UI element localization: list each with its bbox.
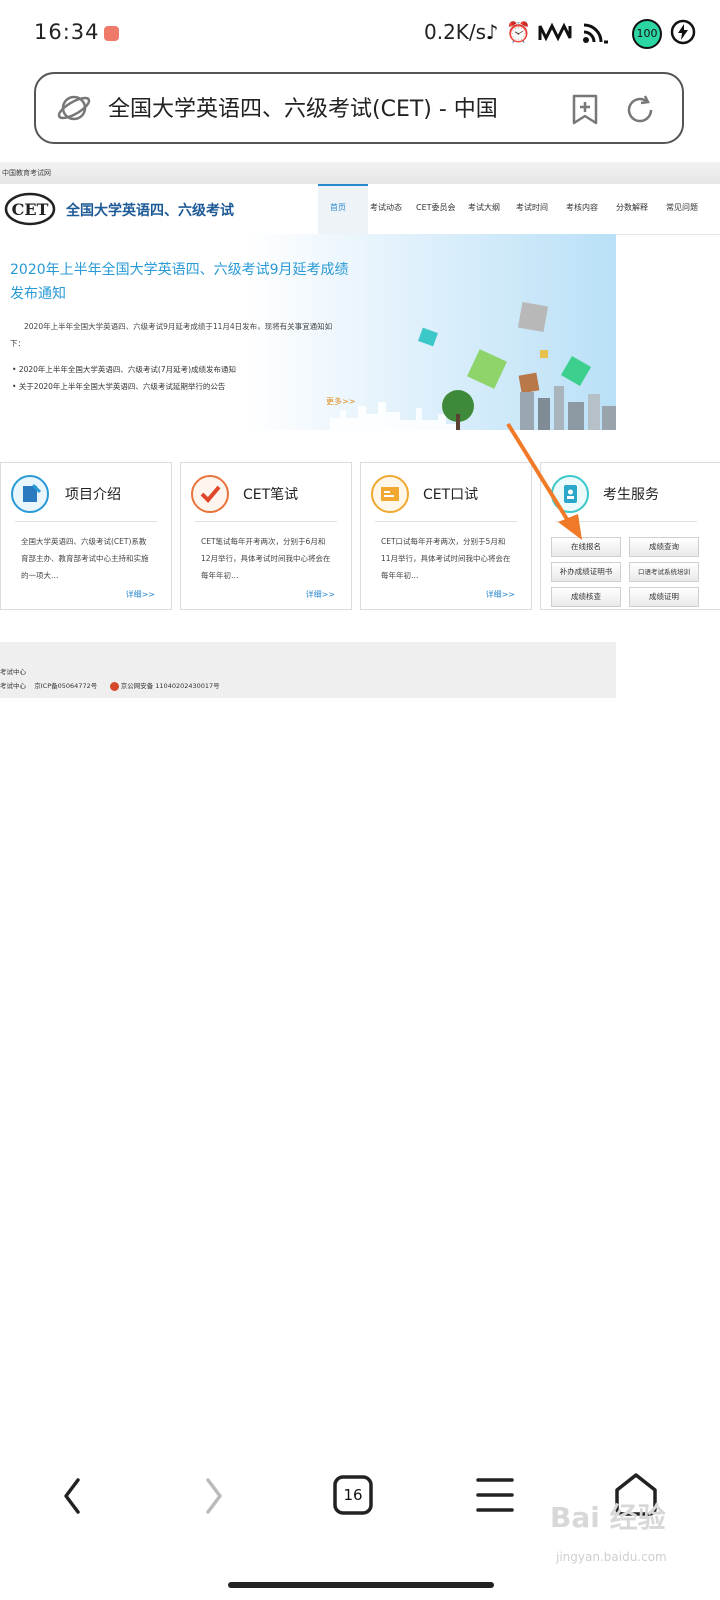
watermark-url: jingyan.baidu.com bbox=[556, 1550, 667, 1564]
battery-indicator: 100 bbox=[632, 19, 662, 49]
charging-icon bbox=[670, 19, 696, 45]
site-logo-title: 全国大学英语四、六级考试 bbox=[66, 203, 234, 219]
banner-link[interactable]: • 关于2020年上半年全国大学英语四、六级考试延期举行的公告 bbox=[12, 381, 225, 392]
address-bar[interactable]: 全国大学英语四、六级考试(CET) - 中国 bbox=[34, 72, 684, 144]
card-text: CET口试每年开考两次，分别于5月和11月举行，具体考试时间我中心将会在每年年初… bbox=[381, 537, 511, 580]
contact-book-icon bbox=[551, 475, 589, 513]
score-certificate-button[interactable]: 成绩证明 bbox=[629, 587, 699, 607]
banner-title[interactable]: 2020年上半年全国大学英语四、六级考试9月延考成绩发布通知 bbox=[10, 258, 350, 306]
menu-icon[interactable] bbox=[474, 1470, 534, 1530]
card-details-link[interactable]: 详细>> bbox=[306, 589, 335, 600]
card-cet-written: CET笔试 CET笔试每年开考两次，分别于6月和12月举行，具体考试时间我中心将… bbox=[180, 462, 352, 610]
address-title[interactable]: 全国大学英语四、六级考试(CET) - 中国 bbox=[108, 92, 528, 128]
card-title[interactable]: CET笔试 bbox=[243, 484, 298, 504]
back-icon[interactable] bbox=[44, 1470, 104, 1530]
alarm-icon: ⏰ bbox=[506, 20, 531, 44]
online-registration-button[interactable]: 在线报名 bbox=[551, 537, 621, 557]
hd-signal-icon bbox=[536, 20, 576, 44]
card-divider bbox=[195, 521, 337, 522]
card-details-link[interactable]: 详细>> bbox=[126, 589, 155, 600]
baidu-jingyan-watermark: Bai 经验 jingyan.baidu.com bbox=[550, 1496, 720, 1576]
card-cet-oral: CET口试 CET口试每年开考两次，分别于5月和11月举行，具体考试时间我中心将… bbox=[360, 462, 532, 610]
status-bar: 16:34 0.2K/s ♪ ⏰ 100 bbox=[0, 0, 720, 64]
footer-org: 考试中心 bbox=[0, 682, 26, 690]
web-page: 中国教育考试网 CET 全国大学英语四、六级考试 首页 考试动态 CET委员会 … bbox=[0, 162, 720, 702]
score-review-button[interactable]: 成绩核查 bbox=[551, 587, 621, 607]
id-card-icon bbox=[371, 475, 409, 513]
nav-item-committee[interactable]: CET委员会 bbox=[416, 202, 456, 213]
city-skyline-illustration bbox=[330, 384, 616, 430]
nav-item-syllabus[interactable]: 考试大纲 bbox=[468, 202, 500, 213]
card-title[interactable]: 项目介绍 bbox=[65, 484, 121, 504]
headset-icon: ♪ bbox=[485, 20, 499, 44]
nav-item-schedule[interactable]: 考试时间 bbox=[516, 202, 548, 213]
nav-item-content[interactable]: 考核内容 bbox=[566, 202, 598, 213]
status-time: 16:34 bbox=[34, 20, 100, 44]
police-badge-icon bbox=[109, 681, 119, 691]
footer-icp[interactable]: 京ICP备05064772号 bbox=[34, 682, 97, 690]
site-header: CET 全国大学英语四、六级考试 首页 考试动态 CET委员会 考试大纲 考试时… bbox=[0, 184, 720, 235]
site-name[interactable]: 中国教育考试网 bbox=[2, 168, 51, 178]
planet-icon bbox=[56, 90, 92, 126]
site-footer: 考试中心 考试中心 京ICP备05064772号 京公网安备 110402024… bbox=[0, 642, 616, 698]
svg-text:CET: CET bbox=[12, 200, 49, 219]
card-text: 全国大学英语四、六级考试(CET)系教育部主办、教育部考试中心主持和实施的一项大… bbox=[21, 537, 149, 580]
home-indicator-bar[interactable] bbox=[228, 1582, 494, 1588]
card-project-intro: 项目介绍 全国大学英语四、六级考试(CET)系教育部主办、教育部考试中心主持和实… bbox=[0, 462, 172, 610]
site-top-strip: 中国教育考试网 bbox=[0, 162, 720, 184]
nav-item-news[interactable]: 考试动态 bbox=[370, 202, 402, 213]
news-banner: 2020年上半年全国大学英语四、六级考试9月延考成绩发布通知 2020年上半年全… bbox=[0, 234, 616, 430]
refresh-icon[interactable] bbox=[624, 94, 656, 126]
reissue-certificate-button[interactable]: 补办成绩证明书 bbox=[551, 562, 621, 582]
banner-cube bbox=[517, 301, 549, 333]
forward-icon[interactable] bbox=[186, 1470, 246, 1530]
nav-item-faq[interactable]: 常见问题 bbox=[666, 202, 698, 213]
card-details-link[interactable]: 详细>> bbox=[486, 589, 515, 600]
footer-police[interactable]: 京公网安备 11040202430017号 bbox=[121, 682, 220, 690]
document-pen-icon bbox=[11, 475, 49, 513]
nav-item-home[interactable]: 首页 bbox=[330, 202, 346, 213]
banner-description: 2020年上半年全国大学英语四、六级考试9月延考成绩于11月4日发布，现将有关事… bbox=[10, 322, 333, 348]
banner-cube bbox=[560, 355, 592, 387]
banner-link-text[interactable]: 关于2020年上半年全国大学英语四、六级考试延期举行的公告 bbox=[19, 382, 226, 391]
tabs-icon[interactable]: 16 bbox=[330, 1470, 390, 1530]
watermark-text: Bai 经验 bbox=[550, 1501, 666, 1534]
card-title[interactable]: 考生服务 bbox=[603, 484, 659, 504]
banner-link[interactable]: • 2020年上半年全国大学英语四、六级考试(7月延考)成绩发布通知 bbox=[12, 364, 236, 375]
card-title[interactable]: CET口试 bbox=[423, 484, 478, 504]
oral-system-training-button[interactable]: 口语考试系统培训 bbox=[629, 562, 699, 582]
app-notification-icon bbox=[104, 26, 119, 41]
card-divider bbox=[555, 521, 697, 522]
network-speed: 0.2K/s bbox=[424, 20, 487, 44]
card-divider bbox=[15, 521, 157, 522]
card-text: CET笔试每年开考两次，分别于6月和12月举行，具体考试时间我中心将会在每年年初… bbox=[201, 537, 331, 580]
cet-logo[interactable]: CET bbox=[4, 192, 56, 226]
footer-line: 考试中心 京ICP备05064772号 京公网安备 11040202430017… bbox=[0, 680, 220, 691]
card-divider bbox=[375, 521, 517, 522]
banner-cube bbox=[418, 327, 438, 347]
card-candidate-services: 考生服务 在线报名 成绩查询 补办成绩证明书 口语考试系统培训 成绩核查 成绩证… bbox=[540, 462, 720, 610]
nav-item-scores[interactable]: 分数解释 bbox=[616, 202, 648, 213]
footer-line: 考试中心 bbox=[0, 668, 26, 676]
bookmark-add-icon[interactable] bbox=[570, 94, 600, 126]
score-query-button[interactable]: 成绩查询 bbox=[629, 537, 699, 557]
wifi-icon bbox=[582, 20, 610, 44]
banner-link-text[interactable]: 2020年上半年全国大学英语四、六级考试(7月延考)成绩发布通知 bbox=[19, 365, 236, 374]
banner-cube bbox=[467, 349, 507, 389]
checkmark-icon bbox=[191, 475, 229, 513]
banner-cube bbox=[540, 350, 548, 358]
tab-count: 16 bbox=[343, 1486, 363, 1504]
